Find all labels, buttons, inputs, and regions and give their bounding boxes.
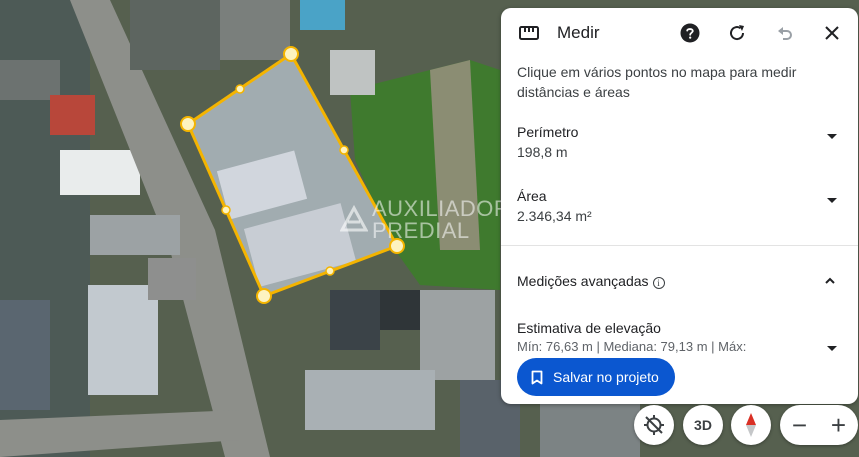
save-to-project-button[interactable]: Salvar no projeto bbox=[517, 358, 675, 396]
dropdown-caret-icon bbox=[827, 346, 837, 351]
compass-button[interactable] bbox=[731, 405, 771, 445]
panel-divider bbox=[501, 245, 858, 246]
ruler-icon bbox=[519, 26, 539, 40]
perimeter-value: 198,8 m bbox=[517, 144, 568, 160]
measure-instructions: Clique em vários pontos no mapa para med… bbox=[517, 64, 797, 100]
undo-button[interactable] bbox=[774, 22, 796, 44]
advanced-measurements-toggle[interactable]: Medições avançadas i bbox=[517, 270, 837, 292]
panel-header: Medir bbox=[501, 8, 858, 60]
elevation-value: Mín: 76,63 m | Mediana: 79,13 m | Máx: bbox=[517, 339, 747, 354]
close-icon bbox=[825, 26, 839, 40]
advanced-measurements-label: Medições avançadas bbox=[517, 273, 649, 289]
polygon-vertex bbox=[180, 116, 196, 132]
polygon-midpoint bbox=[339, 145, 349, 155]
panel-title: Medir bbox=[557, 23, 600, 42]
area-row[interactable]: Área 2.346,34 m² bbox=[517, 186, 837, 226]
perimeter-label: Perímetro bbox=[517, 124, 579, 140]
help-icon bbox=[680, 23, 700, 43]
watermark-line-2: PREDIAL bbox=[372, 218, 470, 243]
compass-icon bbox=[746, 413, 756, 437]
my-location-button[interactable] bbox=[634, 405, 674, 445]
polygon-vertex bbox=[256, 288, 272, 304]
zoom-controls: − + bbox=[780, 405, 858, 445]
polygon-midpoint bbox=[221, 205, 231, 215]
close-button[interactable] bbox=[821, 22, 843, 44]
3d-toggle-button[interactable]: 3D bbox=[683, 405, 723, 445]
info-icon[interactable]: i bbox=[652, 277, 665, 289]
bookmark-icon bbox=[531, 370, 543, 384]
watermark-logo-icon bbox=[340, 204, 368, 232]
help-button[interactable] bbox=[679, 22, 701, 44]
location-off-icon bbox=[644, 415, 664, 435]
reset-button[interactable] bbox=[726, 22, 748, 44]
perimeter-row[interactable]: Perímetro 198,8 m bbox=[517, 122, 837, 162]
elevation-row[interactable]: Estimativa de elevação Mín: 76,63 m | Me… bbox=[517, 318, 837, 358]
polygon-midpoint bbox=[235, 84, 245, 94]
refresh-icon bbox=[730, 25, 745, 41]
undo-icon bbox=[778, 27, 792, 40]
area-label: Área bbox=[517, 188, 547, 204]
polygon-midpoint bbox=[325, 266, 335, 276]
area-value: 2.346,34 m² bbox=[517, 208, 592, 224]
zoom-in-button[interactable]: + bbox=[819, 405, 858, 445]
polygon-vertex bbox=[283, 46, 299, 62]
dropdown-caret-icon bbox=[827, 134, 837, 139]
dropdown-caret-icon bbox=[827, 198, 837, 203]
chevron-up-icon bbox=[825, 277, 835, 284]
measure-panel: Medir Clique em vários pontos no mapa pa… bbox=[501, 8, 858, 404]
zoom-out-button[interactable]: − bbox=[780, 405, 819, 445]
save-to-project-label: Salvar no projeto bbox=[553, 369, 659, 385]
elevation-label: Estimativa de elevação bbox=[517, 320, 661, 336]
